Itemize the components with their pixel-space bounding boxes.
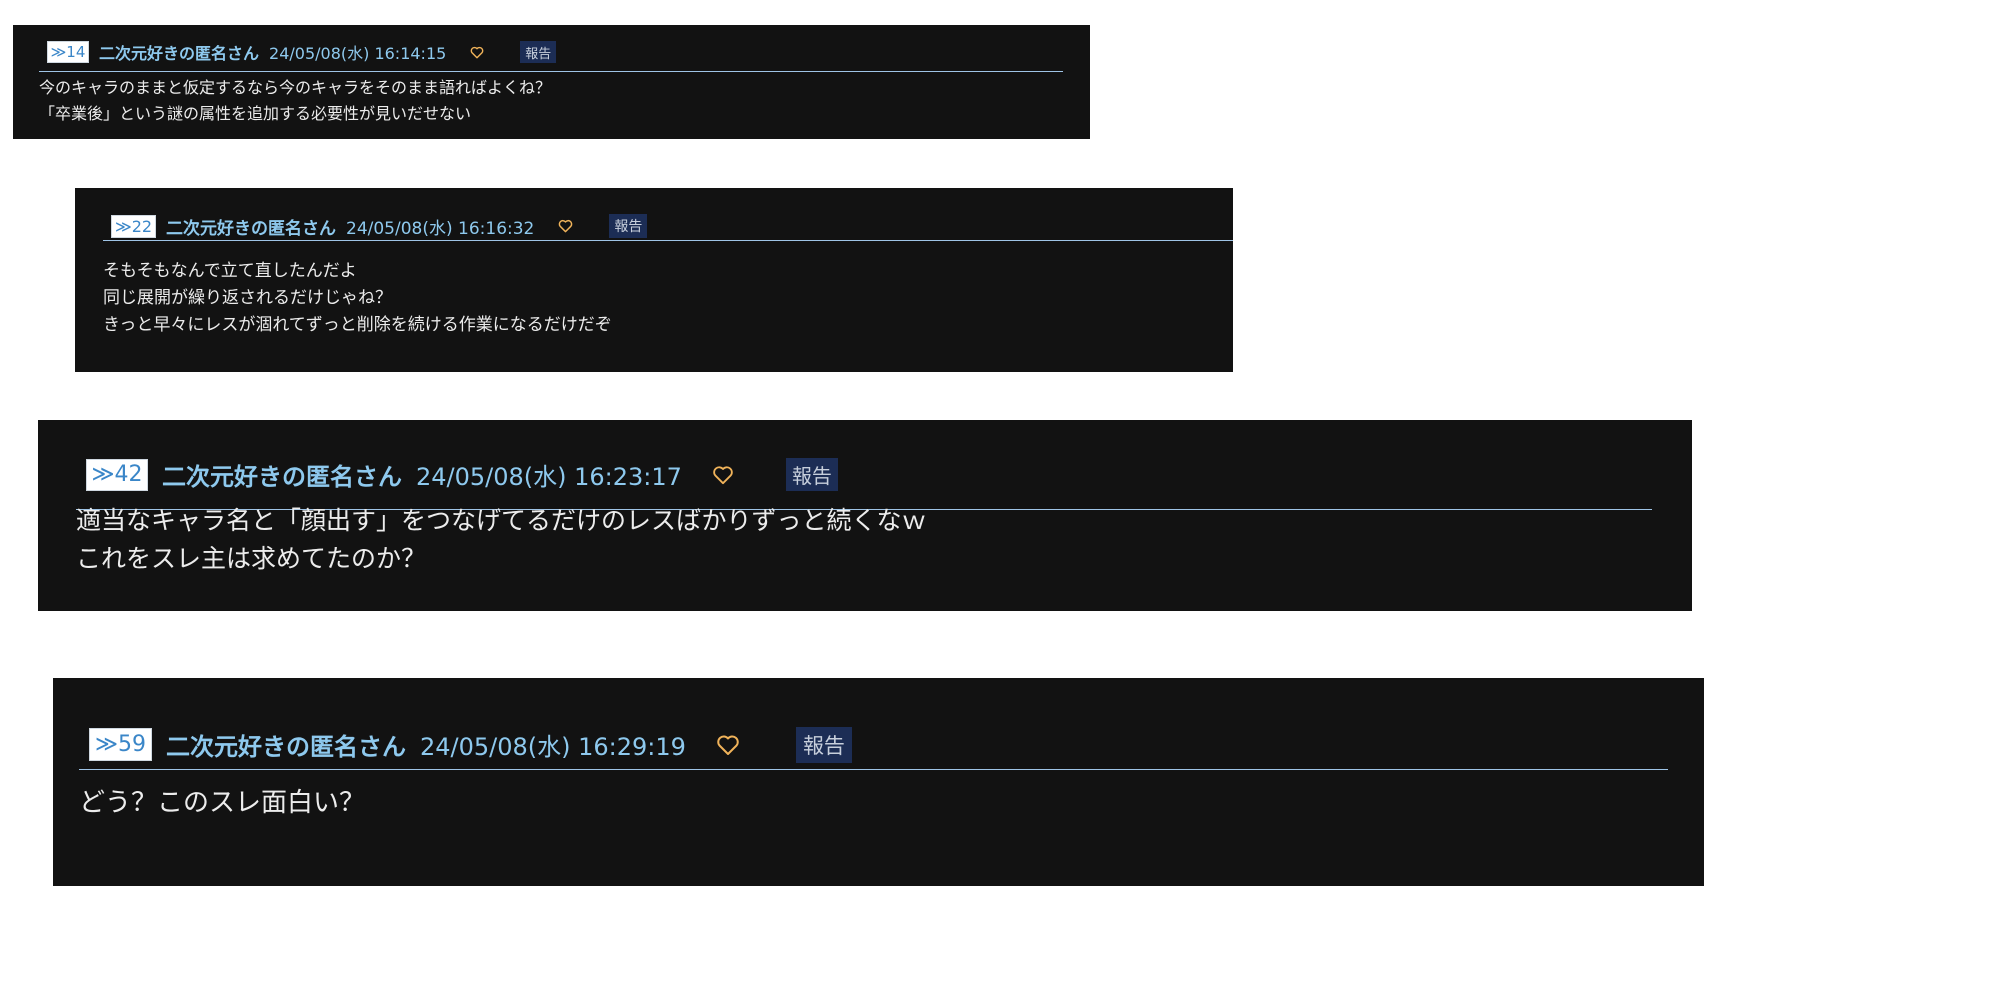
author-name: 二次元好きの匿名さん — [166, 218, 336, 239]
reply-number-link[interactable]: ≫59 — [89, 728, 152, 761]
post-header: ≫22 二次元好きの匿名さん 24/05/08(水) 16:16:32 報告 — [103, 212, 1233, 241]
post-header: ≫59 二次元好きの匿名さん 24/05/08(水) 16:29:19 報告 — [79, 720, 1668, 770]
post-timestamp: 24/05/08(水) 16:16:32 — [346, 218, 535, 239]
post-card: ≫14 二次元好きの匿名さん 24/05/08(水) 16:14:15 報告 今… — [13, 25, 1090, 139]
post-text-line: 今のキャラのままと仮定するなら今のキャラをそのまま語ればよくね？ — [39, 78, 552, 97]
reply-number-link[interactable]: ≫42 — [86, 458, 148, 491]
reply-number-link[interactable]: ≫22 — [111, 214, 156, 238]
report-button[interactable]: 報告 — [609, 214, 648, 238]
report-button[interactable]: 報告 — [795, 726, 852, 763]
report-button[interactable]: 報告 — [520, 41, 557, 63]
post-text-line: 同じ展開が繰り返されるだけじゃね？ — [103, 288, 392, 308]
report-button[interactable]: 報告 — [785, 458, 838, 491]
post-body: そもそもなんで立て直したんだよ 同じ展開が繰り返されるだけじゃね？ きっと早々に… — [103, 258, 612, 339]
post-body: 今のキャラのままと仮定するなら今のキャラをそのまま語ればよくね？ 「卒業後」とい… — [39, 75, 551, 127]
author-name: 二次元好きの匿名さん — [162, 463, 402, 491]
post-card: ≫22 二次元好きの匿名さん 24/05/08(水) 16:16:32 報告 そ… — [75, 188, 1233, 372]
post-header: ≫42 二次元好きの匿名さん 24/05/08(水) 16:23:17 報告 — [76, 440, 1652, 510]
author-name: 二次元好きの匿名さん — [99, 44, 260, 63]
post-header: ≫14 二次元好きの匿名さん 24/05/08(水) 16:14:15 報告 — [39, 33, 1063, 72]
post-timestamp: 24/05/08(水) 16:23:17 — [416, 463, 682, 491]
heart-icon[interactable] — [716, 734, 740, 756]
post-text-line: きっと早々にレスが涸れてずっと削除を続ける作業になるだけだぞ — [103, 315, 612, 335]
post-text-line: 「卒業後」という謎の属性を追加する必要性が見いだせない — [39, 104, 472, 123]
heart-icon[interactable] — [558, 219, 573, 233]
heart-icon[interactable] — [712, 465, 734, 485]
post-body: どう？このスレ面白い？ — [79, 784, 365, 822]
post-card: ≫42 二次元好きの匿名さん 24/05/08(水) 16:23:17 報告 適… — [38, 420, 1692, 611]
post-text-line: どう？このスレ面白い？ — [79, 788, 366, 818]
heart-icon[interactable] — [470, 46, 484, 59]
post-card: ≫59 二次元好きの匿名さん 24/05/08(水) 16:29:19 報告 ど… — [53, 678, 1704, 886]
post-timestamp: 24/05/08(水) 16:29:19 — [420, 733, 686, 761]
reply-number-link[interactable]: ≫14 — [47, 41, 89, 63]
post-text-line: そもそもなんで立て直したんだよ — [103, 261, 357, 281]
author-name: 二次元好きの匿名さん — [166, 733, 406, 761]
post-text-line: これをスレ主は求めてたのか？ — [76, 544, 427, 573]
post-text-line: 適当なキャラ名と「顔出す」をつなげてるだけのレスばかりずっと続くなｗ — [76, 506, 927, 535]
post-timestamp: 24/05/08(水) 16:14:15 — [269, 44, 447, 63]
post-body: 適当なキャラ名と「顔出す」をつなげてるだけのレスばかりずっと続くなｗ これをスレ… — [76, 502, 927, 578]
